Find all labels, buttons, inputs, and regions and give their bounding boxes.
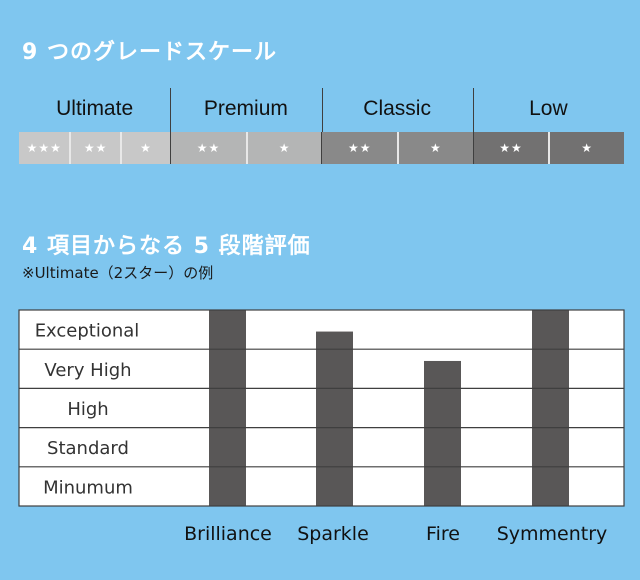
y-tick-label: Minumum — [43, 477, 133, 498]
bar-fire — [424, 360, 461, 506]
y-tick-label: Exceptional — [35, 321, 140, 342]
y-tick-label: Very High — [44, 360, 131, 381]
rating-chart: Exceptional Very High High Standard Minumum B… — [18, 309, 625, 545]
y-tick-label: High — [67, 399, 108, 420]
bar-sparkle — [316, 331, 353, 506]
x-tick-label: Symmentry — [497, 523, 608, 545]
x-tick-label: Fire — [426, 523, 460, 545]
y-tick-label: Standard — [47, 438, 129, 459]
x-tick-label: Brilliance — [184, 523, 272, 545]
bar-brilliance — [209, 310, 246, 506]
x-tick-label: Sparkle — [297, 523, 369, 545]
bar-symmentry — [532, 310, 569, 506]
